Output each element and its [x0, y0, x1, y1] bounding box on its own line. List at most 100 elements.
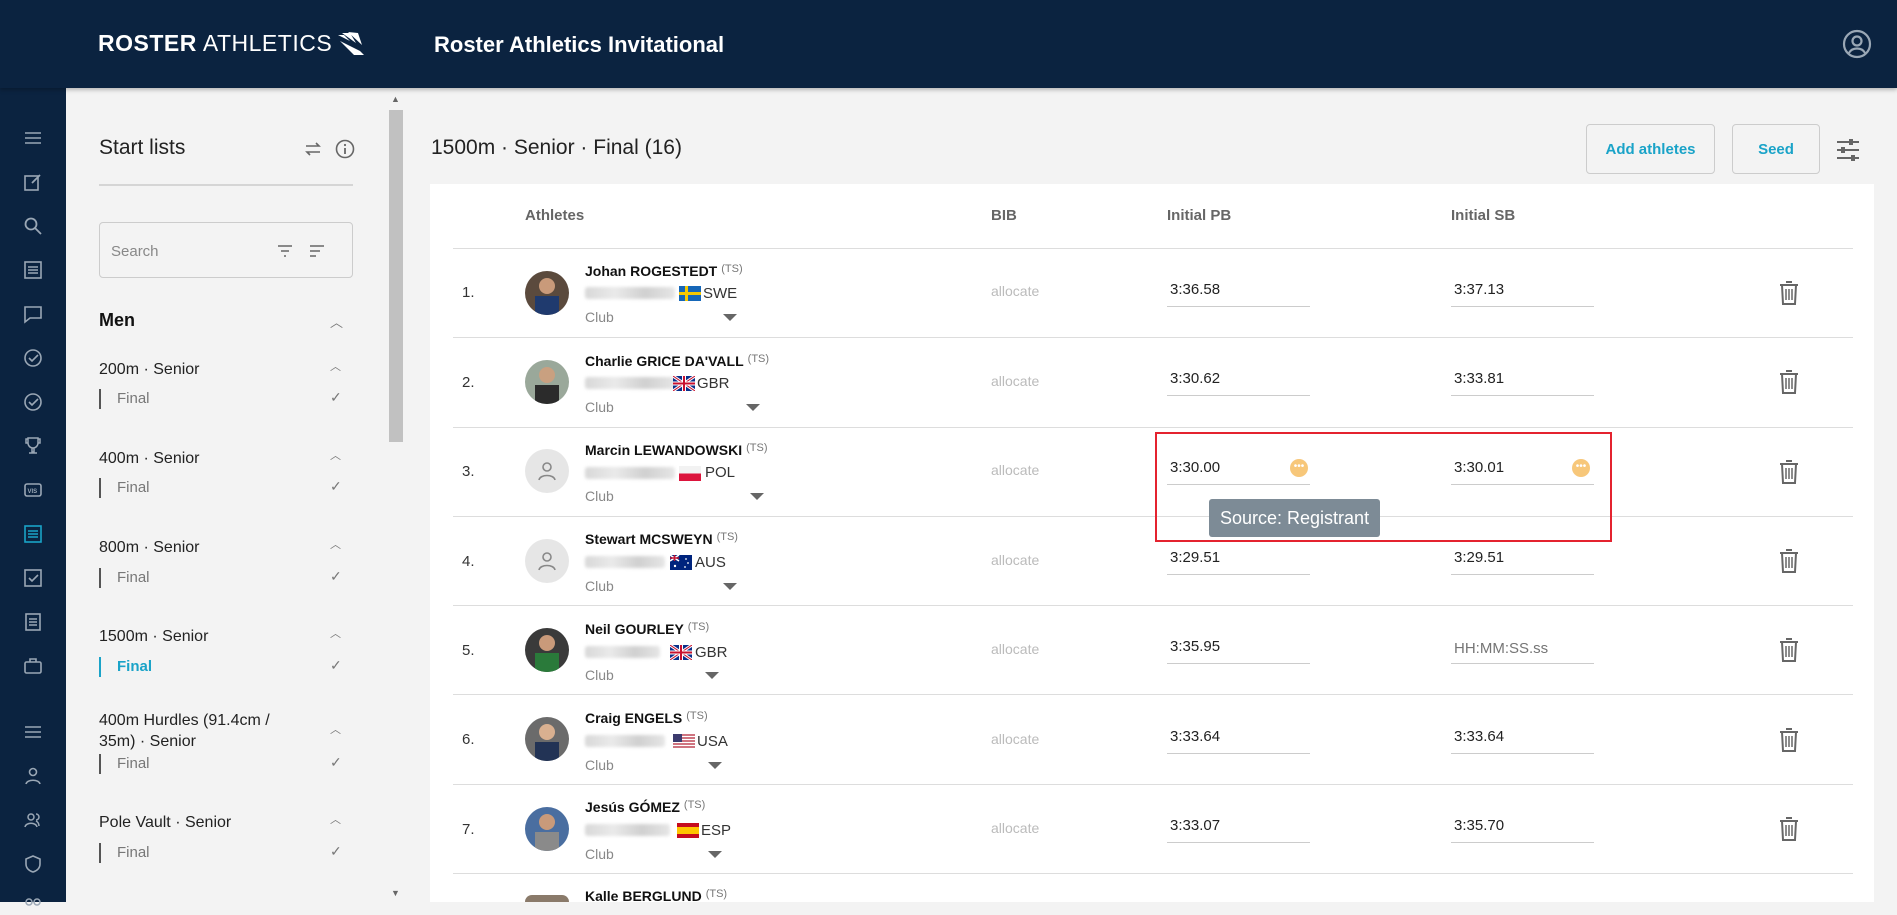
round-final[interactable]: Final: [99, 568, 150, 588]
document-icon[interactable]: [20, 609, 46, 635]
list-icon[interactable]: [20, 257, 46, 283]
event-1500m-senior[interactable]: 1500m · Senior: [99, 626, 299, 647]
vis-icon[interactable]: VIS: [20, 477, 46, 503]
menu-icon[interactable]: [20, 719, 46, 745]
delete-icon[interactable]: [1778, 548, 1800, 574]
chevron-up-icon[interactable]: ︿: [330, 721, 341, 737]
event-800m-senior[interactable]: 800m · Senior: [99, 537, 299, 558]
trophy-icon[interactable]: [20, 433, 46, 459]
swap-icon[interactable]: [302, 138, 324, 160]
event-200m-senior[interactable]: 200m · Senior: [99, 359, 299, 380]
athlete-photo: [525, 807, 569, 851]
scrollbar-thumb[interactable]: [389, 110, 403, 442]
initial-pb-input[interactable]: 3:33.64: [1167, 724, 1310, 754]
athlete-name[interactable]: Jesús GÓMEZ (TS): [585, 799, 705, 815]
initial-pb-input[interactable]: 3:35.95: [1167, 634, 1310, 664]
round-final[interactable]: Final: [99, 843, 150, 863]
bib-allocate[interactable]: allocate: [991, 731, 1039, 747]
event-400m-senior[interactable]: 400m · Senior: [99, 448, 299, 469]
event-pole-vault-senior[interactable]: Pole Vault · Senior: [99, 812, 299, 833]
caret-down-icon[interactable]: [723, 583, 737, 590]
caret-down-icon[interactable]: [750, 493, 764, 500]
caret-down-icon[interactable]: [708, 851, 722, 858]
delete-icon[interactable]: [1778, 727, 1800, 753]
initial-sb-input[interactable]: 3:37.13: [1451, 277, 1594, 307]
initial-pb-input[interactable]: 3:29.51: [1167, 545, 1310, 575]
initial-sb-input[interactable]: 3:33.81: [1451, 366, 1594, 396]
briefcase-icon[interactable]: [20, 653, 46, 679]
app-logo[interactable]: ROSTER ATHLETICS: [98, 30, 366, 57]
chevron-up-icon[interactable]: ︿: [330, 811, 341, 827]
bib-allocate[interactable]: allocate: [991, 283, 1039, 299]
search-icon[interactable]: [20, 213, 46, 239]
chevron-up-icon[interactable]: ︿: [330, 358, 341, 374]
initial-sb-input[interactable]: [1451, 634, 1594, 664]
initial-sb-input[interactable]: 3:33.64: [1451, 724, 1594, 754]
event-400m-hurdles-senior[interactable]: 400m Hurdles (91.4cm / 35m) · Senior: [99, 710, 299, 752]
chevron-up-icon[interactable]: ︿: [330, 447, 341, 463]
initial-sb-input[interactable]: 3:35.70: [1451, 813, 1594, 843]
bib-allocate[interactable]: allocate: [991, 552, 1039, 568]
panel-scrollbar[interactable]: ▲ ▼: [386, 88, 406, 902]
seed-button[interactable]: Seed: [1732, 124, 1820, 174]
athlete-name[interactable]: Craig ENGELS (TS): [585, 710, 708, 726]
delete-icon[interactable]: [1778, 816, 1800, 842]
initial-sb-input[interactable]: 3:29.51: [1451, 545, 1594, 575]
chat-icon[interactable]: [20, 301, 46, 327]
initial-pb-input[interactable]: 3:33.07: [1167, 813, 1310, 843]
bib-allocate[interactable]: allocate: [991, 820, 1039, 836]
tune-icon[interactable]: [1834, 136, 1862, 164]
chevron-up-icon[interactable]: ︿: [330, 312, 343, 331]
caret-down-icon[interactable]: [746, 404, 760, 411]
info-icon[interactable]: [334, 138, 356, 160]
edit-icon[interactable]: [20, 169, 46, 195]
redacted-birthdate: [585, 377, 675, 389]
check-circle-icon[interactable]: [20, 345, 46, 371]
column-header-initial-sb: Initial SB: [1451, 207, 1516, 224]
menu-icon[interactable]: [20, 125, 46, 151]
top-bar: ROSTER ATHLETICS Roster Athletics Invita…: [0, 0, 1897, 88]
athlete-name[interactable]: Stewart MCSWEYN (TS): [585, 531, 738, 547]
search-input[interactable]: Search: [99, 222, 353, 278]
flag-gbr-icon: [670, 645, 692, 660]
round-final[interactable]: Final: [99, 478, 150, 498]
bib-allocate[interactable]: allocate: [991, 641, 1039, 657]
athlete-name[interactable]: Neil GOURLEY (TS): [585, 621, 709, 637]
group-men[interactable]: Men: [99, 310, 135, 331]
round-final-active[interactable]: Final: [99, 657, 152, 677]
checkbox-icon[interactable]: [20, 565, 46, 591]
round-final[interactable]: Final: [99, 754, 150, 774]
shield-icon[interactable]: [20, 851, 46, 877]
bib-allocate[interactable]: allocate: [991, 462, 1039, 478]
more-icon[interactable]: [20, 889, 46, 915]
start-list-icon[interactable]: [20, 521, 46, 547]
athlete-name[interactable]: Charlie GRICE DA'VALL (TS): [585, 353, 769, 369]
club-label: Club: [585, 488, 614, 504]
add-athletes-button[interactable]: Add athletes: [1586, 124, 1715, 174]
caret-down-icon[interactable]: [705, 672, 719, 679]
scroll-down-icon[interactable]: ▼: [391, 888, 400, 898]
chevron-up-icon[interactable]: ︿: [330, 536, 341, 552]
athlete-name[interactable]: Johan ROGESTEDT (TS): [585, 263, 743, 279]
search-placeholder: Search: [111, 243, 159, 260]
country-code: AUS: [695, 554, 726, 571]
filter-icon[interactable]: [276, 242, 294, 260]
initial-pb-input[interactable]: 3:36.58: [1167, 277, 1310, 307]
chevron-up-icon[interactable]: ︿: [330, 625, 341, 641]
caret-down-icon[interactable]: [708, 762, 722, 769]
delete-icon[interactable]: [1778, 280, 1800, 306]
athlete-name[interactable]: Marcin LEWANDOWSKI (TS): [585, 442, 768, 458]
person-icon[interactable]: [20, 763, 46, 789]
sort-icon[interactable]: [308, 242, 326, 260]
delete-icon[interactable]: [1778, 369, 1800, 395]
caret-down-icon[interactable]: [723, 314, 737, 321]
check-circle-icon[interactable]: [20, 389, 46, 415]
account-circle-icon[interactable]: [1841, 28, 1873, 60]
round-final[interactable]: Final: [99, 389, 150, 409]
people-icon[interactable]: [20, 807, 46, 833]
bib-allocate[interactable]: allocate: [991, 373, 1039, 389]
delete-icon[interactable]: [1778, 637, 1800, 663]
delete-icon[interactable]: [1778, 459, 1800, 485]
scroll-up-icon[interactable]: ▲: [391, 94, 400, 104]
initial-pb-input[interactable]: 3:30.62: [1167, 366, 1310, 396]
